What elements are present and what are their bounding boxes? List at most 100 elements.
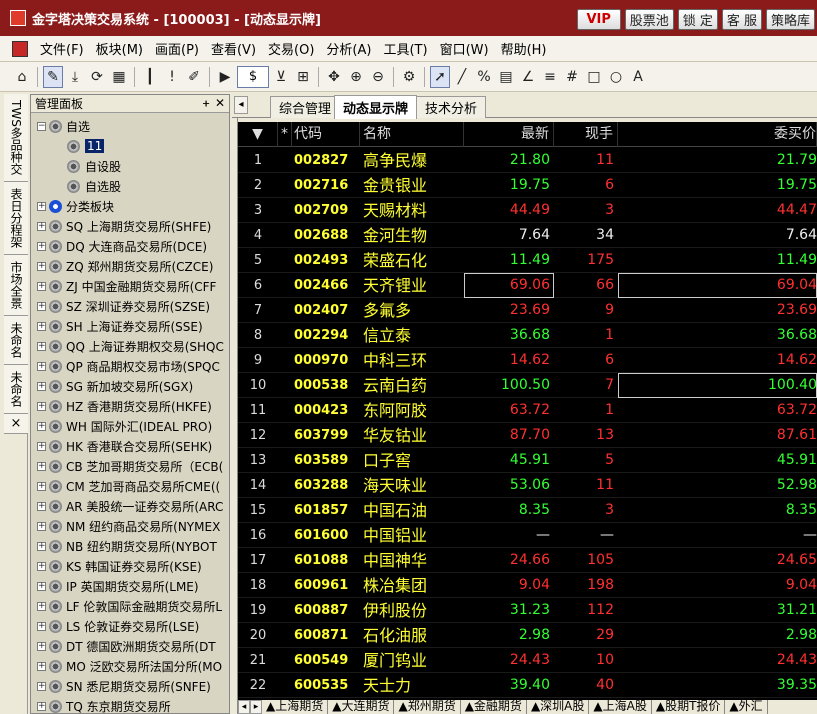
filter-icon[interactable]: ⊻ bbox=[271, 66, 291, 88]
calculator-icon[interactable]: ⊞ bbox=[293, 66, 313, 88]
move-icon[interactable]: ✥ bbox=[324, 66, 344, 88]
table-row[interactable]: 8 002294 信立泰 36.68 1 36.68 bbox=[238, 323, 817, 348]
table-row[interactable]: 5 002493 荣盛石化 11.49 175 11.49 bbox=[238, 248, 817, 273]
tree-item[interactable]: + QP 商品期权交易市场(SPQC bbox=[31, 356, 229, 376]
expand-toggle-icon[interactable]: + bbox=[37, 681, 46, 691]
expand-toggle-icon[interactable]: + bbox=[37, 521, 46, 531]
expand-toggle-icon[interactable]: + bbox=[37, 461, 46, 471]
tree-item[interactable]: + QQ 上海证券期权交易(SHQC bbox=[31, 336, 229, 356]
expand-toggle-icon[interactable]: + bbox=[37, 621, 46, 631]
stock-pool-button[interactable]: 股票池 bbox=[624, 9, 674, 30]
tree-item[interactable]: + DQ 大连商品交易所(DCE) bbox=[31, 236, 229, 256]
sort-arrow-icon[interactable]: ▼ bbox=[238, 122, 278, 147]
vtab-market-panorama[interactable]: 市场全景 bbox=[4, 254, 28, 316]
expand-toggle-icon[interactable]: + bbox=[37, 661, 46, 671]
download-icon[interactable]: ⤓ bbox=[65, 66, 85, 88]
menu-tools[interactable]: 工具(T) bbox=[377, 39, 433, 58]
tree-item[interactable]: + SH 上海证券交易所(SSE) bbox=[31, 316, 229, 336]
tree-item[interactable]: + TQ 东京期货交易所 bbox=[31, 696, 229, 714]
tree-item[interactable]: + 分类板块 bbox=[31, 196, 229, 216]
table-row[interactable]: 18 600961 株冶集团 9.04 198 9.04 bbox=[238, 573, 817, 598]
sheet-tab[interactable]: ▲上海期货 bbox=[262, 700, 329, 714]
vip-button[interactable]: VIP bbox=[576, 9, 621, 30]
tree-item[interactable]: + LS 伦敦证券交易所(LSE) bbox=[31, 616, 229, 636]
tree-item[interactable]: + SG 新加坡交易所(SGX) bbox=[31, 376, 229, 396]
play-icon[interactable]: ▶ bbox=[215, 66, 235, 88]
menu-view[interactable]: 查看(V) bbox=[205, 39, 262, 58]
sheet-tab[interactable]: ▲大连期货 bbox=[328, 700, 395, 714]
table-row[interactable]: 3 002709 天赐材料 44.49 3 44.47 bbox=[238, 198, 817, 223]
close-icon[interactable]: ✕ bbox=[215, 96, 225, 110]
table-row[interactable]: 11 000423 东阿阿胶 63.72 1 63.72 bbox=[238, 398, 817, 423]
hash-icon[interactable]: # bbox=[562, 66, 582, 88]
vtab-schedule[interactable]: 表日分程架 bbox=[4, 181, 28, 255]
expand-toggle-icon[interactable]: + bbox=[37, 421, 46, 431]
header-bid[interactable]: 委买价 bbox=[618, 122, 817, 147]
menu-trade[interactable]: 交易(O) bbox=[262, 39, 320, 58]
expand-toggle-icon[interactable]: + bbox=[37, 561, 46, 571]
pin-icon[interactable]: ᚐ bbox=[203, 96, 209, 110]
tree-item[interactable]: + KS 韩国证券交易所(KSE) bbox=[31, 556, 229, 576]
tree-item[interactable]: + SZ 深圳证券交易所(SZSE) bbox=[31, 296, 229, 316]
tree-item[interactable]: + ZQ 郑州期货交易所(CZCE) bbox=[31, 256, 229, 276]
expand-toggle-icon[interactable]: + bbox=[37, 261, 46, 271]
customer-service-button[interactable]: 客 服 bbox=[721, 9, 762, 30]
tree-item[interactable]: + MO 泛欧交易所法国分所(MO bbox=[31, 656, 229, 676]
pencil-icon[interactable]: ✐ bbox=[184, 66, 204, 88]
grid-icon[interactable]: ▦ bbox=[109, 66, 129, 88]
tab-scroll-left-icon[interactable]: ◂ bbox=[234, 96, 248, 114]
tree-child-item[interactable]: 自设股 bbox=[31, 156, 229, 176]
tree-item[interactable]: + CB 芝加哥期货交易所（ECB( bbox=[31, 456, 229, 476]
line-icon[interactable]: ╱ bbox=[452, 66, 472, 88]
sheet-tab[interactable]: ▲深圳A股 bbox=[527, 700, 590, 714]
tree-item[interactable]: + AR 美股统一证券交易所(ARC bbox=[31, 496, 229, 516]
expand-toggle-icon[interactable]: − bbox=[37, 121, 46, 131]
header-last[interactable]: 最新 bbox=[464, 122, 554, 147]
ruler-icon[interactable]: ▤ bbox=[496, 66, 516, 88]
expand-toggle-icon[interactable]: + bbox=[37, 381, 46, 391]
table-row[interactable]: 1 002827 高争民爆 21.80 11 21.79 bbox=[238, 148, 817, 173]
tree-item[interactable]: + SQ 上海期货交易所(SHFE) bbox=[31, 216, 229, 236]
alert-icon[interactable]: ! bbox=[162, 66, 182, 88]
sheet-tab[interactable]: ▲上海A股 bbox=[589, 700, 652, 714]
settings-icon[interactable]: ⚙ bbox=[399, 66, 419, 88]
table-row[interactable]: 9 000970 中科三环 14.62 6 14.62 bbox=[238, 348, 817, 373]
currency-select[interactable]: $ bbox=[237, 65, 269, 88]
expand-toggle-icon[interactable]: + bbox=[37, 341, 46, 351]
header-code[interactable]: 代码 bbox=[292, 122, 360, 147]
sheet-tab[interactable]: ▲外汇 bbox=[725, 700, 768, 714]
tree-item[interactable]: + NM 纽约商品交易所(NYMEX bbox=[31, 516, 229, 536]
expand-toggle-icon[interactable]: + bbox=[37, 361, 46, 371]
tree-item[interactable]: + ZJ 中国金融期货交易所(CFF bbox=[31, 276, 229, 296]
tree-child-item[interactable]: 自选股 bbox=[31, 176, 229, 196]
percent-icon[interactable]: % bbox=[474, 66, 494, 88]
tree-item[interactable]: + LF 伦敦国际金融期货交易所L bbox=[31, 596, 229, 616]
table-row[interactable]: 19 600887 伊利股份 31.23 112 31.21 bbox=[238, 598, 817, 623]
menu-help[interactable]: 帮助(H) bbox=[495, 39, 553, 58]
tab-dynamic-board[interactable]: 动态显示牌 bbox=[334, 95, 418, 119]
tab-technical-analysis[interactable]: 技术分析 bbox=[416, 96, 487, 118]
menu-window[interactable]: 窗口(W) bbox=[434, 39, 495, 58]
text-icon[interactable]: A bbox=[628, 66, 648, 88]
menu-file[interactable]: 文件(F) bbox=[34, 39, 90, 58]
table-row[interactable]: 20 600871 石化油服 2.98 29 2.98 bbox=[238, 623, 817, 648]
expand-toggle-icon[interactable]: + bbox=[37, 601, 46, 611]
tree-item[interactable]: + SN 悉尼期货交易所(SNFE) bbox=[31, 676, 229, 696]
tree-item[interactable]: + NB 纽约期货交易所(NYBOT bbox=[31, 536, 229, 556]
expand-toggle-icon[interactable]: + bbox=[37, 641, 46, 651]
expand-toggle-icon[interactable]: + bbox=[37, 581, 46, 591]
expand-toggle-icon[interactable]: + bbox=[37, 281, 46, 291]
expand-toggle-icon[interactable]: + bbox=[37, 481, 46, 491]
sync-icon[interactable]: ⟳ bbox=[87, 66, 107, 88]
vtab-unnamed-2[interactable]: 未命名 bbox=[4, 364, 28, 414]
menu-sector[interactable]: 板块(M) bbox=[90, 39, 149, 58]
tab-general-management[interactable]: 综合管理 bbox=[270, 96, 341, 118]
zoom-out-icon[interactable]: ⊖ bbox=[368, 66, 388, 88]
vtab-tws[interactable]: TWS多品种交 bbox=[4, 94, 28, 182]
channel-icon[interactable]: ≡ bbox=[540, 66, 560, 88]
home-icon[interactable]: ⌂ bbox=[12, 66, 32, 88]
table-row[interactable]: 21 600549 厦门钨业 24.43 10 24.43 bbox=[238, 648, 817, 673]
header-star[interactable]: * bbox=[278, 122, 292, 147]
table-row[interactable]: 2 002716 金贵银业 19.75 6 19.75 bbox=[238, 173, 817, 198]
bar-chart-icon[interactable]: ┃ bbox=[140, 66, 160, 88]
